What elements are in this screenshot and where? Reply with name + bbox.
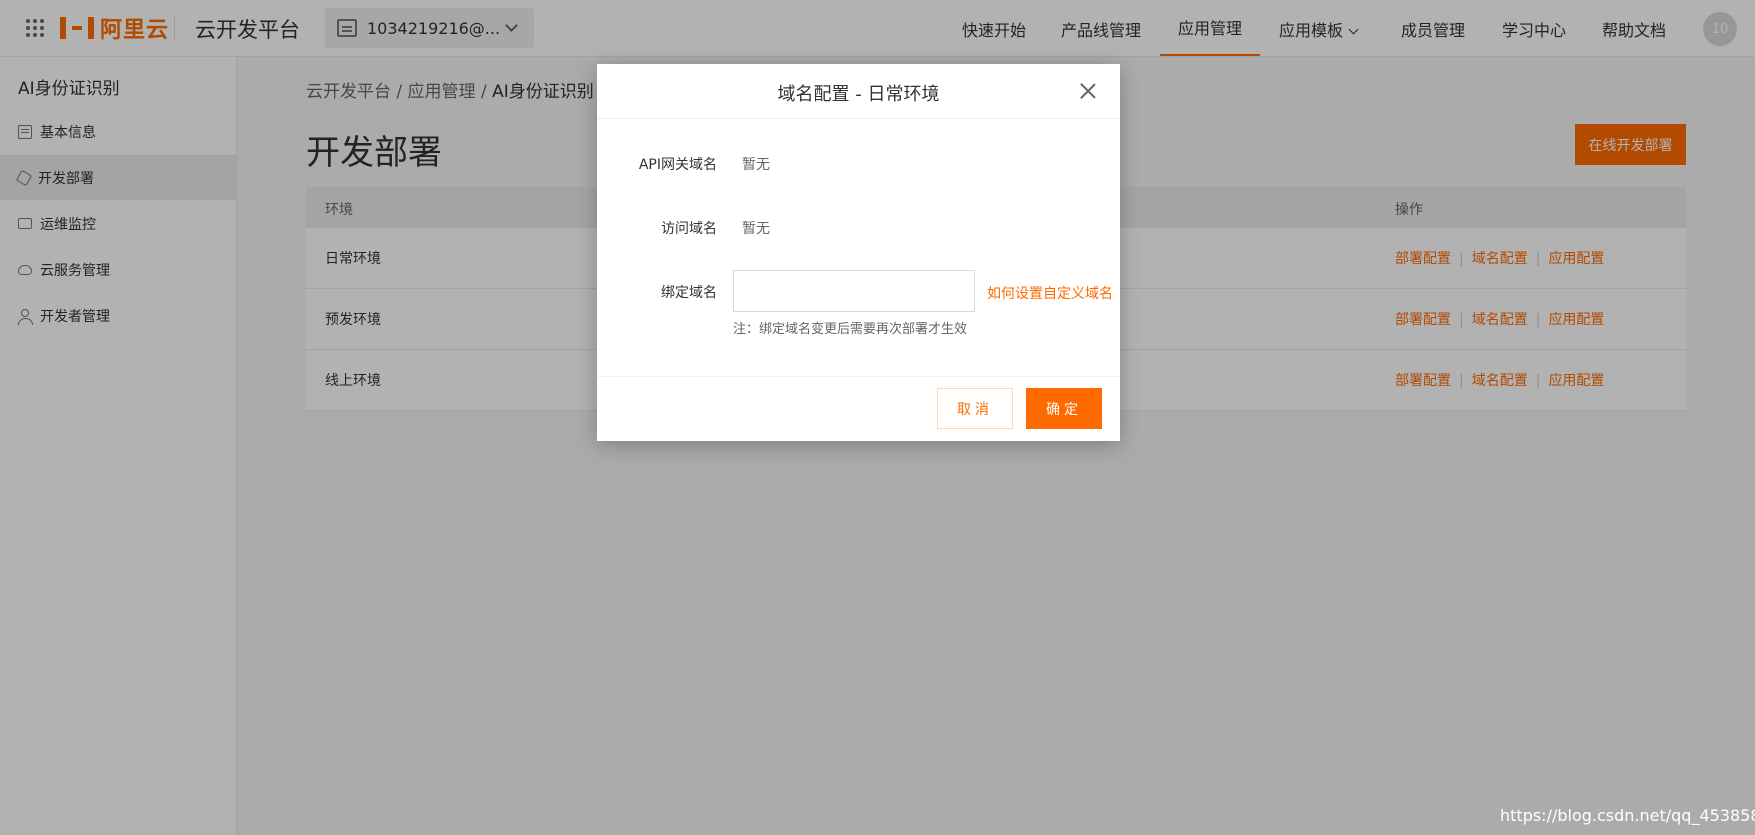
confirm-button[interactable]: 确定 xyxy=(1026,388,1102,429)
watermark-text: https://blog.csdn.net/qq_45385867 xyxy=(1500,806,1755,825)
dialog-title: 域名配置 - 日常环境 xyxy=(777,84,940,105)
dialog-header: 域名配置 - 日常环境 xyxy=(597,64,1120,119)
close-icon[interactable] xyxy=(1079,82,1097,100)
dialog-footer-divider xyxy=(597,376,1120,377)
custom-domain-help-link[interactable]: 如何设置自定义域名 xyxy=(987,283,1113,303)
bind-domain-input[interactable] xyxy=(733,270,975,312)
bind-domain-label: 绑定域名 xyxy=(661,285,717,301)
api-gateway-value: 暂无 xyxy=(742,157,770,173)
access-domain-label: 访问域名 xyxy=(661,221,717,237)
domain-config-dialog: 域名配置 - 日常环境 API网关域名 暂无 访问域名 暂无 绑定域名 如何设置… xyxy=(597,64,1120,441)
api-gateway-label: API网关域名 xyxy=(638,157,717,173)
access-domain-value: 暂无 xyxy=(742,221,770,237)
cancel-button[interactable]: 取消 xyxy=(937,388,1013,429)
bind-domain-note: 注：绑定域名变更后需要再次部署才生效 xyxy=(733,322,968,337)
